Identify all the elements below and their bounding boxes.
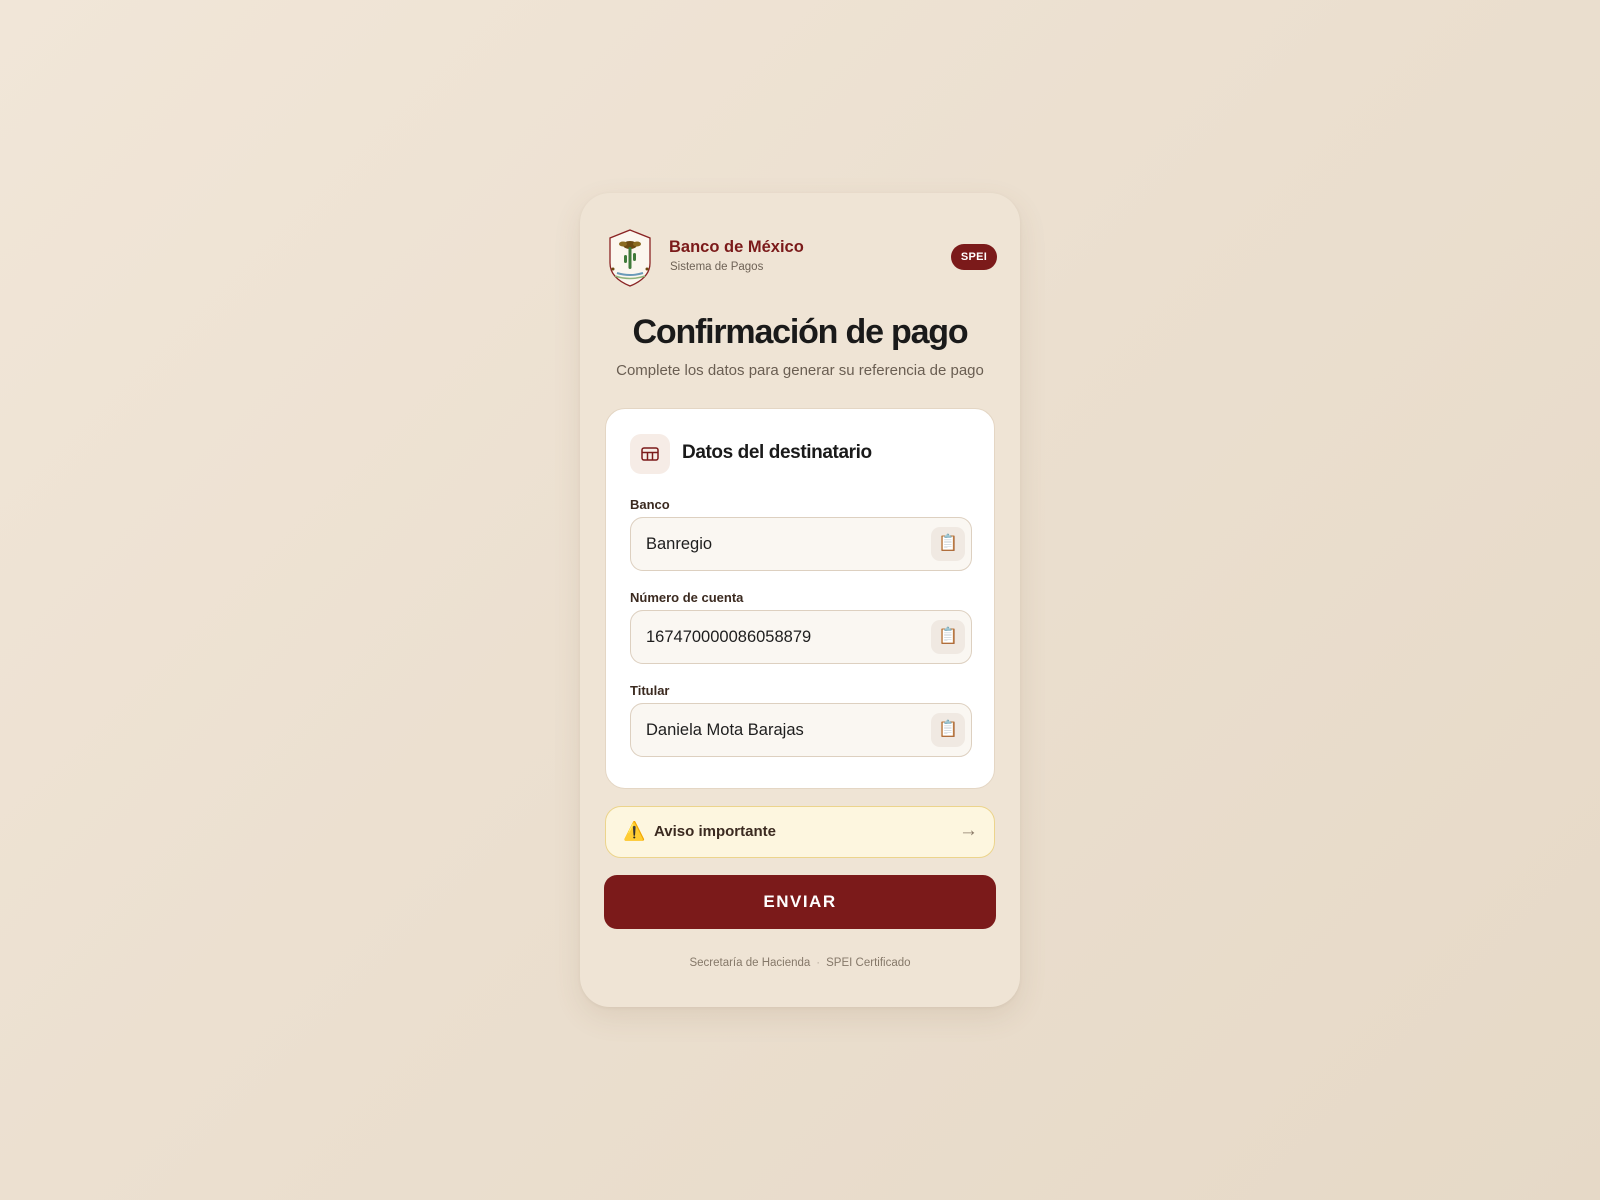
bank-card-icon xyxy=(630,434,670,474)
arrow-right-icon: → xyxy=(959,820,978,841)
footer: Secretaría de Hacienda · SPEI Certificado xyxy=(580,957,1020,969)
holder-label: Titular xyxy=(630,683,670,698)
header: Banco de México Sistema de Pagos SPEI xyxy=(607,229,997,287)
account-number-field[interactable]: 167470000086058879 📋 xyxy=(630,610,972,664)
notice-text: Aviso importante xyxy=(654,823,776,840)
bank-field[interactable]: Banregio 📋 xyxy=(630,517,972,571)
important-notice[interactable]: ⚠️ Aviso importante → xyxy=(605,806,995,858)
footer-hacienda: Secretaría de Hacienda xyxy=(689,957,811,969)
copy-holder-button[interactable]: 📋 xyxy=(931,713,965,747)
spei-badge: SPEI xyxy=(951,244,997,270)
copy-bank-button[interactable]: 📋 xyxy=(931,527,965,561)
brand-subtitle: Sistema de Pagos xyxy=(670,261,764,273)
brand-name: Banco de México xyxy=(669,238,804,256)
page-subtitle: Complete los datos para generar su refer… xyxy=(616,362,984,379)
account-number-value: 167470000086058879 xyxy=(646,628,812,646)
account-number-label: Número de cuenta xyxy=(630,590,744,605)
bank-emblem-icon xyxy=(609,229,651,287)
bank-value: Banregio xyxy=(646,535,713,553)
clipboard-icon: 📋 xyxy=(938,535,958,552)
recipient-panel: Datos del destinatario Banco Banregio 📋 … xyxy=(605,408,995,789)
clipboard-icon: 📋 xyxy=(938,628,958,645)
payment-card: Banco de México Sistema de Pagos SPEI Co… xyxy=(580,193,1020,1007)
bank-label: Banco xyxy=(630,497,670,512)
holder-value: Daniela Mota Barajas xyxy=(646,721,804,739)
page-title: Confirmación de pago xyxy=(632,313,969,351)
recipient-title: Datos del destinatario xyxy=(682,442,872,463)
footer-spei-certified: SPEI Certificado xyxy=(826,957,911,969)
holder-field[interactable]: Daniela Mota Barajas 📋 xyxy=(630,703,972,757)
clipboard-icon: 📋 xyxy=(938,721,958,738)
copy-account-number-button[interactable]: 📋 xyxy=(931,620,965,654)
footer-separator: · xyxy=(816,957,821,969)
warning-icon: ⚠️ xyxy=(623,821,646,841)
submit-button[interactable]: ENVIAR xyxy=(604,875,996,929)
